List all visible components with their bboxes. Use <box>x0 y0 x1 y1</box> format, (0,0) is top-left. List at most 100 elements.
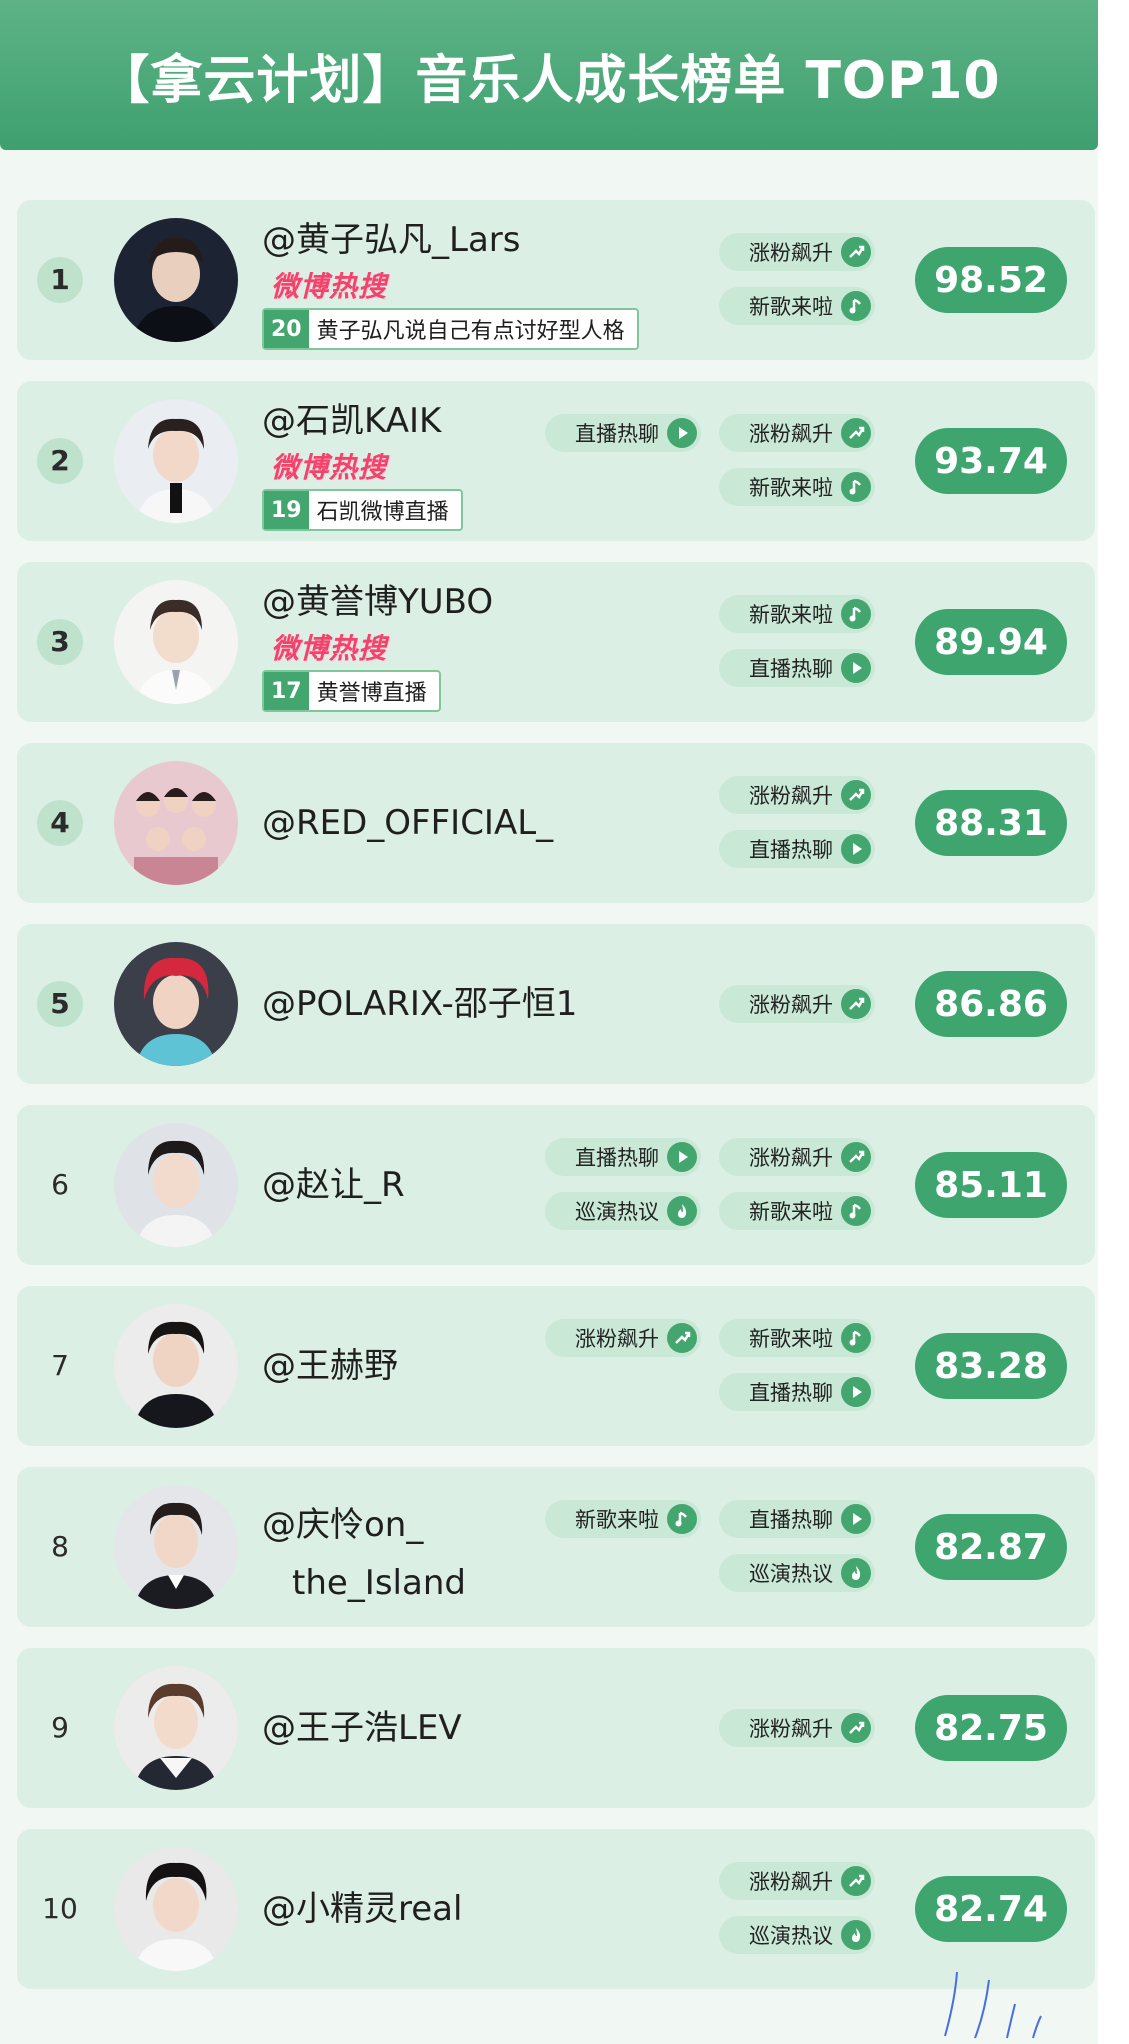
hot-search-text: 石凯微博直播 <box>316 500 449 525</box>
play-icon <box>841 1377 871 1407</box>
hot-search-rank: 19 <box>264 491 309 529</box>
hot-search-text: 黄子弘凡说自己有点讨好型人格 <box>316 319 625 344</box>
rise-icon <box>841 418 871 448</box>
tag-tour-buzz: 巡演热议 <box>719 1916 875 1954</box>
avatar[interactable] <box>114 580 238 704</box>
play-icon <box>841 1504 871 1534</box>
artist-name[interactable]: @王子浩LEV <box>262 1708 462 1748</box>
avatar[interactable] <box>114 399 238 523</box>
music-note-icon <box>841 1196 871 1226</box>
flame-icon <box>841 1558 871 1588</box>
poster-header: 【拿云计划】音乐人成长榜单 TOP10 <box>0 0 1098 150</box>
ranking-list: 1 @黄子弘凡_Lars 微博热搜 20 黄子弘凡说自己有点讨好型人格 涨粉飙升… <box>17 200 1095 2010</box>
weibo-hot-search-logo: 微博热搜 <box>271 270 388 303</box>
artist-name[interactable]: @庆怜on_ <box>262 1505 423 1545</box>
score-pill: 88.31 <box>915 790 1067 856</box>
rank-number: 3 <box>37 619 83 665</box>
score-pill: 82.75 <box>915 1695 1067 1761</box>
artist-name[interactable]: @王赫野 <box>262 1346 398 1386</box>
ranking-row-9[interactable]: 9 @王子浩LEV 涨粉飙升 82.75 <box>17 1648 1095 1808</box>
tag-fans-rising: 涨粉飙升 <box>545 1319 701 1357</box>
rank-number: 5 <box>37 981 83 1027</box>
artist-name[interactable]: @黄子弘凡_Lars <box>262 220 520 260</box>
artist-name[interactable]: @石凯KAIK <box>262 401 441 441</box>
rise-icon <box>667 1323 697 1353</box>
artist-name[interactable]: @小精灵real <box>262 1889 462 1929</box>
flame-icon <box>841 1920 871 1950</box>
score-pill: 93.74 <box>915 428 1067 494</box>
score-pill: 82.74 <box>915 1876 1067 1942</box>
artist-name[interactable]: @黄誉博YUBO <box>262 582 493 622</box>
avatar[interactable] <box>114 1847 238 1971</box>
hot-search-rank: 20 <box>264 310 309 348</box>
score-pill: 98.52 <box>915 247 1067 313</box>
rank-number: 4 <box>37 800 83 846</box>
tag-live-chat: 直播热聊 <box>719 1373 875 1411</box>
rise-icon <box>841 780 871 810</box>
hot-search-entry[interactable]: 19 石凯微博直播 <box>262 489 463 531</box>
flame-icon <box>667 1196 697 1226</box>
score-pill: 83.28 <box>915 1333 1067 1399</box>
rise-icon <box>841 1866 871 1896</box>
tag-fans-rising: 涨粉飙升 <box>719 414 875 452</box>
ranking-row-6[interactable]: 6 @赵让_R 直播热聊 巡演热议 涨粉飙升 新歌来啦 85.11 <box>17 1105 1095 1265</box>
poster-title: 【拿云计划】音乐人成长榜单 TOP10 <box>97 51 1001 111</box>
ranking-row-5[interactable]: 5 @POLARIX-邵子恒1 涨粉飙升 86.86 <box>17 924 1095 1084</box>
hot-search-text: 黄誉博直播 <box>316 681 427 706</box>
rank-number: 9 <box>51 1711 69 1744</box>
ranking-row-1[interactable]: 1 @黄子弘凡_Lars 微博热搜 20 黄子弘凡说自己有点讨好型人格 涨粉飙升… <box>17 200 1095 360</box>
artist-name[interactable]: @赵让_R <box>262 1165 405 1205</box>
artist-name[interactable]: @RED_OFFICIAL_ <box>262 803 553 843</box>
tag-fans-rising: 涨粉飙升 <box>719 1709 875 1747</box>
ranking-row-2[interactable]: 2 @石凯KAIK 微博热搜 19 石凯微博直播 直播热聊 涨粉飙升 新歌来啦 <box>17 381 1095 541</box>
avatar[interactable] <box>114 1485 238 1609</box>
hot-search-entry[interactable]: 20 黄子弘凡说自己有点讨好型人格 <box>262 308 639 350</box>
tag-new-song: 新歌来啦 <box>719 595 875 633</box>
avatar[interactable] <box>114 218 238 342</box>
avatar[interactable] <box>114 1666 238 1790</box>
score-pill: 86.86 <box>915 971 1067 1037</box>
rise-icon <box>841 1142 871 1172</box>
score-pill: 85.11 <box>915 1152 1067 1218</box>
tag-new-song: 新歌来啦 <box>719 287 875 325</box>
artist-name-line2[interactable]: the_Island <box>292 1563 466 1603</box>
avatar[interactable] <box>114 1123 238 1247</box>
tag-live-chat: 直播热聊 <box>545 1138 701 1176</box>
play-icon <box>667 1142 697 1172</box>
tag-tour-buzz: 巡演热议 <box>719 1554 875 1592</box>
tag-live-chat: 直播热聊 <box>545 414 701 452</box>
score-pill: 82.87 <box>915 1514 1067 1580</box>
artist-name[interactable]: @POLARIX-邵子恒1 <box>262 984 577 1024</box>
pen-scribble <box>944 1971 1042 2039</box>
ranking-row-8[interactable]: 8 @庆怜on_ the_Island 新歌来啦 直播热聊 巡演热议 82.87 <box>17 1467 1095 1627</box>
tag-new-song: 新歌来啦 <box>719 1192 875 1230</box>
weibo-hot-search-logo: 微博热搜 <box>271 632 388 665</box>
tag-fans-rising: 涨粉飙升 <box>719 1862 875 1900</box>
avatar[interactable] <box>114 1304 238 1428</box>
play-icon <box>667 418 697 448</box>
tag-tour-buzz: 巡演热议 <box>545 1192 701 1230</box>
music-note-icon <box>667 1504 697 1534</box>
rank-number: 10 <box>42 1892 78 1925</box>
avatar[interactable] <box>114 942 238 1066</box>
ranking-row-7[interactable]: 7 @王赫野 涨粉飙升 新歌来啦 直播热聊 83.28 <box>17 1286 1095 1446</box>
music-note-icon <box>841 472 871 502</box>
tag-live-chat: 直播热聊 <box>719 1500 875 1538</box>
play-icon <box>841 834 871 864</box>
weibo-hot-search-logo: 微博热搜 <box>271 451 388 484</box>
tag-live-chat: 直播热聊 <box>719 830 875 868</box>
hot-search-entry[interactable]: 17 黄誉博直播 <box>262 670 441 712</box>
rank-number: 7 <box>51 1349 69 1382</box>
play-icon <box>841 653 871 683</box>
chart-poster: 【拿云计划】音乐人成长榜单 TOP10 1 @黄子弘凡_Lars 微博热搜 20… <box>0 0 1098 2044</box>
tag-fans-rising: 涨粉飙升 <box>719 1138 875 1176</box>
screen-edge <box>1098 0 1129 2044</box>
avatar[interactable] <box>114 761 238 885</box>
ranking-row-3[interactable]: 3 @黄誉博YUBO 微博热搜 17 黄誉博直播 新歌来啦 直播热聊 89.94 <box>17 562 1095 722</box>
ranking-row-4[interactable]: 4 @RED_OFFICIAL_ 涨粉飙升 直播热聊 88.31 <box>17 743 1095 903</box>
tag-fans-rising: 涨粉飙升 <box>719 233 875 271</box>
rise-icon <box>841 1713 871 1743</box>
score-pill: 89.94 <box>915 609 1067 675</box>
tag-new-song: 新歌来啦 <box>719 468 875 506</box>
tag-new-song: 新歌来啦 <box>545 1500 701 1538</box>
